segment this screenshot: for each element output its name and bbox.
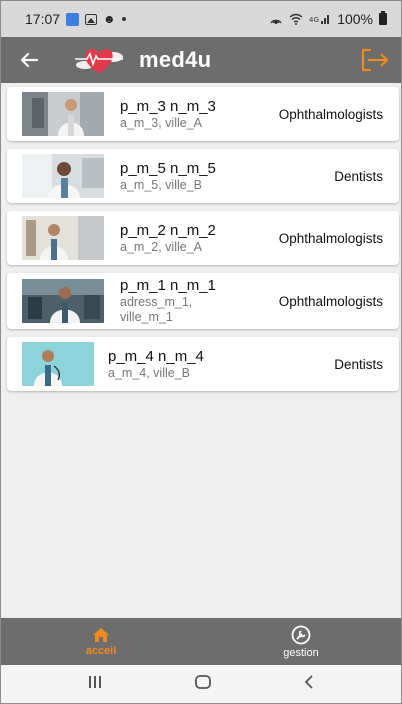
app-title: med4u: [139, 47, 212, 72]
doctor-card[interactable]: p_m_1 n_m_1 adress_m_1, ville_m_1 Ophtha…: [7, 273, 399, 329]
doctor-card[interactable]: p_m_5 n_m_5 a_m_5, ville_B Dentists: [7, 149, 399, 203]
arrow-left-icon: [20, 52, 39, 68]
logout-icon: [361, 48, 389, 72]
recents-icon: [88, 675, 101, 688]
nav-item-gestion[interactable]: gestion: [201, 618, 401, 665]
home-circle-icon: [195, 674, 211, 689]
doctor-photo: [22, 216, 104, 260]
doctor-name: p_m_1 n_m_1: [120, 277, 216, 294]
wifi-icon: [289, 13, 303, 25]
app-bar: med4u: [1, 37, 401, 83]
home-system-button[interactable]: [194, 674, 212, 695]
back-chevron-icon: [305, 674, 313, 689]
hotspot-icon: [270, 19, 282, 25]
system-navigation-bar: [1, 665, 401, 703]
doctor-photo: [22, 342, 94, 386]
gallery-notification-icon: [85, 13, 98, 25]
doctor-photo: [22, 279, 104, 323]
svg-text:4G: 4G: [309, 16, 319, 24]
status-bar: 17:07 ☻ 4G 100%: [1, 1, 401, 37]
nav-item-acceil[interactable]: acceil: [1, 618, 201, 665]
doctor-specialty: Dentists: [334, 356, 383, 372]
wrench-icon: [291, 625, 311, 644]
doctor-card[interactable]: p_m_4 n_m_4 a_m_4, ville_B Dentists: [7, 337, 399, 391]
more-notifications-icon: [121, 17, 126, 21]
status-time: 17:07: [25, 11, 61, 27]
person-notification-icon: ☻: [103, 12, 116, 26]
doctor-photo: [22, 154, 104, 198]
recents-button[interactable]: [87, 675, 103, 694]
app-notification-icon: [66, 12, 80, 26]
doctor-address-line2: ville_m_1: [120, 310, 173, 324]
back-button[interactable]: [9, 37, 49, 83]
bottom-navigation: acceil gestion: [1, 618, 401, 665]
doctor-specialty: Ophthalmologists: [278, 293, 383, 309]
doctor-list: p_m_3 n_m_3 a_m_3, ville_A Ophthalmologi…: [7, 87, 399, 399]
heart-logo-icon: [75, 49, 123, 73]
battery-percent: 100%: [337, 11, 373, 27]
nav-label-acceil: acceil: [85, 644, 117, 657]
back-system-button[interactable]: [303, 674, 315, 695]
doctor-specialty: Dentists: [334, 168, 383, 184]
doctor-photo: [22, 92, 104, 136]
nav-label-gestion: gestion: [283, 646, 319, 659]
doctor-card[interactable]: p_m_2 n_m_2 a_m_2, ville_A Ophthalmologi…: [7, 211, 399, 265]
battery-icon: [379, 11, 387, 25]
home-icon: [93, 627, 109, 642]
doctor-card[interactable]: p_m_3 n_m_3 a_m_3, ville_A Ophthalmologi…: [7, 87, 399, 141]
doctor-specialty: Ophthalmologists: [278, 106, 383, 122]
doctor-specialty: Ophthalmologists: [278, 230, 383, 246]
volte-signal-icon: 4G: [309, 15, 330, 24]
logout-button[interactable]: [357, 42, 393, 78]
